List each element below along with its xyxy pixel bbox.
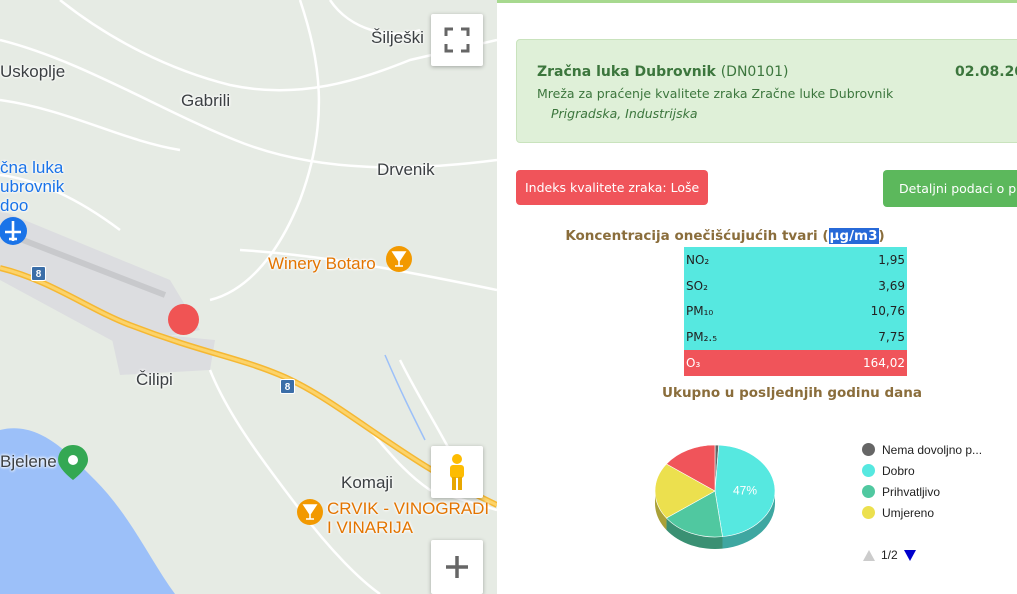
pollutant-row: O₃ 164,02	[684, 350, 907, 376]
wine-glass-icon	[386, 246, 412, 272]
pollutant-value: 1,95	[878, 252, 905, 267]
fullscreen-button[interactable]	[431, 14, 483, 66]
place-label-crvik-1[interactable]: CRVIK - VINOGRADI	[327, 499, 489, 518]
pollutant-name: PM₂.₅	[686, 330, 718, 345]
legend-color-dot	[862, 464, 875, 477]
legend-color-dot	[862, 443, 875, 456]
legend-pager[interactable]: 1/2	[863, 548, 916, 562]
legend-label: Dobro	[882, 463, 915, 478]
pollutant-table: NO₂ 1,95 SO₂ 3,69 PM₁₀ 10,76 PM₂.₅ 7,75 O₃ 164,02	[684, 247, 907, 376]
pollutant-row: SO₂ 3,69	[684, 272, 907, 299]
year-summary-title: Ukupno u posljednjih godinu dana	[662, 385, 922, 401]
pollutant-row: PM₂.₅ 7,75	[684, 324, 907, 351]
concentration-title-close: )	[878, 228, 885, 244]
pager-text: 1/2	[881, 548, 898, 562]
road-shield: 8	[31, 266, 46, 281]
pager-up-icon[interactable]	[863, 549, 875, 561]
details-button[interactable]: Detaljni podaci o p	[883, 170, 1017, 207]
place-label-komaji: Komaji	[341, 473, 393, 492]
station-type: Prigradska, Industrijska	[551, 106, 698, 121]
pollutant-row: NO₂ 1,95	[684, 247, 907, 273]
air-quality-index-badge: Indeks kvalitete zraka: Loše	[516, 170, 709, 205]
zoom-in-button[interactable]	[431, 540, 483, 594]
airplane-icon	[0, 217, 27, 245]
place-label-bjelene: Bjelene	[0, 452, 57, 471]
concentration-title-text: Koncentracija onečišćujućih tvari (	[565, 228, 829, 244]
station-network: Mreža za praćenje kvalitete zraka Zračne…	[537, 86, 894, 101]
pie-slice-label: 47%	[733, 483, 757, 497]
place-label-winery[interactable]: Winery Botaro	[268, 254, 376, 273]
station-marker[interactable]	[168, 304, 199, 335]
station-info-panel: Zračna luka Dubrovnik (DN0101) 02.08.20 …	[497, 0, 1017, 594]
year-summary-pie-chart[interactable]: 47%	[647, 433, 797, 568]
station-header: Zračna luka Dubrovnik (DN0101) 02.08.20 …	[516, 39, 1017, 143]
place-label-uskoplje: Uskoplje	[0, 62, 66, 81]
legend-color-dot	[862, 506, 875, 519]
legend-label: Prihvatljivo	[882, 484, 941, 499]
legend-item[interactable]: Dobro	[862, 460, 982, 481]
pegman-icon	[450, 454, 464, 490]
pollutant-name: O₃	[686, 356, 701, 371]
road-shield: 8	[280, 379, 295, 394]
place-label-airport-3[interactable]: doo	[0, 196, 28, 215]
map-view[interactable]: Šilješki Uskoplje Gabrili čna luka ubrov…	[0, 0, 497, 594]
pager-down-icon[interactable]	[903, 549, 916, 561]
place-label-cilipi: Čilipi	[136, 370, 173, 389]
place-label-airport-2[interactable]: ubrovnik	[0, 177, 64, 196]
legend-item[interactable]: Umjereno	[862, 502, 982, 523]
wine-glass-icon	[297, 499, 323, 525]
pollutant-value: 3,69	[878, 278, 905, 293]
place-label-drvenik: Drvenik	[377, 160, 435, 179]
place-label-airport-1[interactable]: čna luka	[0, 158, 63, 177]
station-name-text: Zračna luka Dubrovnik	[537, 64, 716, 80]
legend-color-dot	[862, 485, 875, 498]
pollutant-row: PM₁₀ 10,76	[684, 298, 907, 325]
station-date: 02.08.20	[955, 64, 1017, 80]
place-label-crvik-2[interactable]: I VINARIJA	[327, 518, 413, 537]
pie-legend: Nema dovoljno p... Dobro Prihvatljivo Umjer…	[862, 439, 982, 523]
legend-label: Umjereno	[882, 505, 935, 520]
legend-label: Nema dovoljno p...	[882, 442, 983, 457]
fullscreen-icon	[444, 27, 470, 53]
pollutant-name: SO₂	[686, 278, 708, 293]
pollutant-value: 164,02	[863, 356, 905, 371]
legend-item[interactable]: Prihvatljivo	[862, 481, 982, 502]
pollutant-name: PM₁₀	[686, 304, 714, 319]
legend-item[interactable]: Nema dovoljno p...	[862, 439, 982, 460]
place-label-gabrili: Gabrili	[181, 91, 231, 110]
street-view-button[interactable]	[431, 446, 483, 498]
plus-icon	[446, 556, 468, 578]
pollutant-value: 7,75	[878, 330, 905, 345]
concentration-unit: µg/m3	[828, 228, 879, 244]
pollutant-value: 10,76	[870, 304, 905, 319]
station-code: (DN0101)	[720, 64, 789, 80]
concentration-title: Koncentracija onečišćujućih tvari (µg/m3…	[497, 228, 953, 244]
place-label-siljeski: Šilješki	[371, 28, 424, 47]
pollutant-name: NO₂	[686, 252, 710, 267]
station-name: Zračna luka Dubrovnik (DN0101)	[537, 64, 789, 80]
